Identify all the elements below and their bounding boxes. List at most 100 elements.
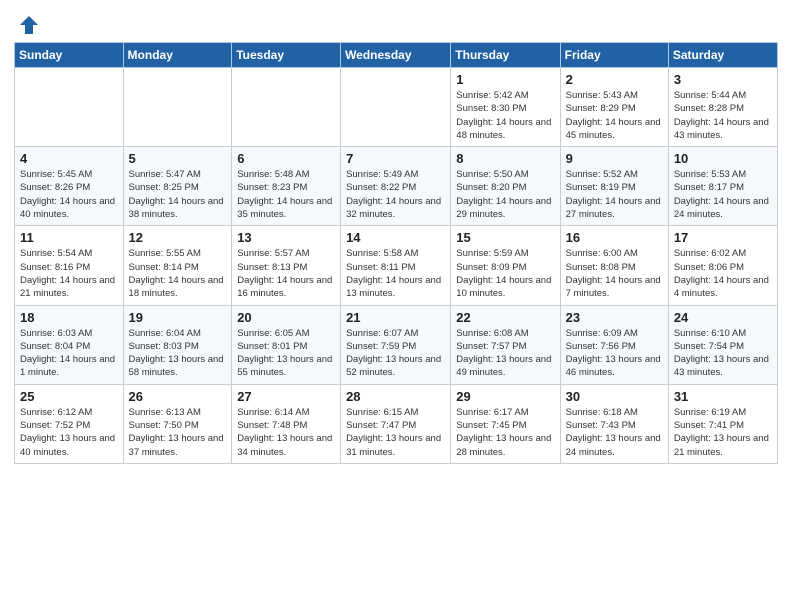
day-number: 16 [566, 230, 663, 245]
calendar-cell: 18Sunrise: 6:03 AM Sunset: 8:04 PM Dayli… [15, 305, 124, 384]
calendar-cell [123, 68, 232, 147]
day-number: 6 [237, 151, 335, 166]
day-number: 24 [674, 310, 772, 325]
day-number: 26 [129, 389, 227, 404]
calendar-cell: 21Sunrise: 6:07 AM Sunset: 7:59 PM Dayli… [341, 305, 451, 384]
day-info: Sunrise: 6:14 AM Sunset: 7:48 PM Dayligh… [237, 406, 335, 459]
calendar-week-2: 11Sunrise: 5:54 AM Sunset: 8:16 PM Dayli… [15, 226, 778, 305]
day-info: Sunrise: 6:08 AM Sunset: 7:57 PM Dayligh… [456, 327, 554, 380]
calendar-cell: 28 Sunrise: 6:15 AM Sunset: 7:47 PM Dayli… [341, 384, 451, 463]
day-number: 25 [20, 389, 118, 404]
calendar-cell: 22 Sunrise: 6:08 AM Sunset: 7:57 PM Dayli… [451, 305, 560, 384]
day-number: 22 [456, 310, 554, 325]
weekday-monday: Monday [123, 43, 232, 68]
calendar-cell: 30Sunrise: 6:18 AM Sunset: 7:43 PM Dayli… [560, 384, 668, 463]
day-number: 28 [346, 389, 445, 404]
day-number: 3 [674, 72, 772, 87]
weekday-sunday: Sunday [15, 43, 124, 68]
day-info: Sunrise: 5:59 AM Sunset: 8:09 PM Dayligh… [456, 247, 554, 300]
day-info: Sunrise: 6:17 AM Sunset: 7:45 PM Dayligh… [456, 406, 554, 459]
calendar-cell: 15 Sunrise: 5:59 AM Sunset: 8:09 PM Dayli… [451, 226, 560, 305]
weekday-thursday: Thursday [451, 43, 560, 68]
day-number: 1 [456, 72, 554, 87]
day-number: 13 [237, 230, 335, 245]
day-info: Sunrise: 5:45 AM Sunset: 8:26 PM Dayligh… [20, 168, 118, 221]
day-info: Sunrise: 6:07 AM Sunset: 7:59 PM Dayligh… [346, 327, 445, 380]
day-info: Sunrise: 5:54 AM Sunset: 8:16 PM Dayligh… [20, 247, 118, 300]
logo-general [16, 14, 40, 36]
day-info: Sunrise: 5:53 AM Sunset: 8:17 PM Dayligh… [674, 168, 772, 221]
day-info: Sunrise: 5:42 AM Sunset: 8:30 PM Dayligh… [456, 89, 554, 142]
calendar-cell: 24 Sunrise: 6:10 AM Sunset: 7:54 PM Dayli… [668, 305, 777, 384]
day-number: 27 [237, 389, 335, 404]
calendar-cell: 17 Sunrise: 6:02 AM Sunset: 8:06 PM Dayli… [668, 226, 777, 305]
calendar-cell: 19Sunrise: 6:04 AM Sunset: 8:03 PM Dayli… [123, 305, 232, 384]
day-number: 29 [456, 389, 554, 404]
day-info: Sunrise: 6:10 AM Sunset: 7:54 PM Dayligh… [674, 327, 772, 380]
day-info: Sunrise: 5:43 AM Sunset: 8:29 PM Dayligh… [566, 89, 663, 142]
day-number: 15 [456, 230, 554, 245]
calendar-cell [341, 68, 451, 147]
day-number: 17 [674, 230, 772, 245]
day-number: 18 [20, 310, 118, 325]
calendar-week-3: 18Sunrise: 6:03 AM Sunset: 8:04 PM Dayli… [15, 305, 778, 384]
calendar-week-0: 1 Sunrise: 5:42 AM Sunset: 8:30 PM Daylig… [15, 68, 778, 147]
calendar-cell: 7 Sunrise: 5:49 AM Sunset: 8:22 PM Daylig… [341, 147, 451, 226]
calendar-cell: 31Sunrise: 6:19 AM Sunset: 7:41 PM Dayli… [668, 384, 777, 463]
weekday-row: Sunday Monday Tuesday Wednesday Thursday… [15, 43, 778, 68]
calendar-cell: 16 Sunrise: 6:00 AM Sunset: 8:08 PM Dayli… [560, 226, 668, 305]
day-number: 20 [237, 310, 335, 325]
day-info: Sunrise: 6:04 AM Sunset: 8:03 PM Dayligh… [129, 327, 227, 380]
day-number: 5 [129, 151, 227, 166]
calendar-body: 1 Sunrise: 5:42 AM Sunset: 8:30 PM Daylig… [15, 68, 778, 464]
page: Sunday Monday Tuesday Wednesday Thursday… [0, 0, 792, 612]
day-info: Sunrise: 6:05 AM Sunset: 8:01 PM Dayligh… [237, 327, 335, 380]
day-info: Sunrise: 5:49 AM Sunset: 8:22 PM Dayligh… [346, 168, 445, 221]
day-info: Sunrise: 5:57 AM Sunset: 8:13 PM Dayligh… [237, 247, 335, 300]
day-number: 30 [566, 389, 663, 404]
day-info: Sunrise: 6:13 AM Sunset: 7:50 PM Dayligh… [129, 406, 227, 459]
calendar-cell: 23Sunrise: 6:09 AM Sunset: 7:56 PM Dayli… [560, 305, 668, 384]
day-info: Sunrise: 5:50 AM Sunset: 8:20 PM Dayligh… [456, 168, 554, 221]
day-info: Sunrise: 6:02 AM Sunset: 8:06 PM Dayligh… [674, 247, 772, 300]
calendar-cell: 6 Sunrise: 5:48 AM Sunset: 8:23 PM Daylig… [232, 147, 341, 226]
calendar-cell: 5 Sunrise: 5:47 AM Sunset: 8:25 PM Daylig… [123, 147, 232, 226]
day-number: 14 [346, 230, 445, 245]
calendar-container: Sunday Monday Tuesday Wednesday Thursday… [0, 42, 792, 464]
day-info: Sunrise: 5:55 AM Sunset: 8:14 PM Dayligh… [129, 247, 227, 300]
calendar-table: Sunday Monday Tuesday Wednesday Thursday… [14, 42, 778, 464]
weekday-saturday: Saturday [668, 43, 777, 68]
day-info: Sunrise: 5:47 AM Sunset: 8:25 PM Dayligh… [129, 168, 227, 221]
calendar-week-1: 4Sunrise: 5:45 AM Sunset: 8:26 PM Daylig… [15, 147, 778, 226]
calendar-cell: 4Sunrise: 5:45 AM Sunset: 8:26 PM Daylig… [15, 147, 124, 226]
day-number: 23 [566, 310, 663, 325]
calendar-cell: 25Sunrise: 6:12 AM Sunset: 7:52 PM Dayli… [15, 384, 124, 463]
day-number: 31 [674, 389, 772, 404]
calendar-cell: 9Sunrise: 5:52 AM Sunset: 8:19 PM Daylig… [560, 147, 668, 226]
day-number: 12 [129, 230, 227, 245]
calendar-cell: 3Sunrise: 5:44 AM Sunset: 8:28 PM Daylig… [668, 68, 777, 147]
day-info: Sunrise: 5:58 AM Sunset: 8:11 PM Dayligh… [346, 247, 445, 300]
calendar-cell: 13 Sunrise: 5:57 AM Sunset: 8:13 PM Dayli… [232, 226, 341, 305]
calendar-cell: 14 Sunrise: 5:58 AM Sunset: 8:11 PM Dayli… [341, 226, 451, 305]
weekday-wednesday: Wednesday [341, 43, 451, 68]
calendar-cell [232, 68, 341, 147]
logo-area [16, 14, 40, 36]
day-number: 8 [456, 151, 554, 166]
day-info: Sunrise: 5:48 AM Sunset: 8:23 PM Dayligh… [237, 168, 335, 221]
calendar-cell: 10 Sunrise: 5:53 AM Sunset: 8:17 PM Dayli… [668, 147, 777, 226]
day-info: Sunrise: 5:52 AM Sunset: 8:19 PM Dayligh… [566, 168, 663, 221]
day-number: 2 [566, 72, 663, 87]
calendar-cell: 2 Sunrise: 5:43 AM Sunset: 8:29 PM Daylig… [560, 68, 668, 147]
day-info: Sunrise: 6:15 AM Sunset: 7:47 PM Dayligh… [346, 406, 445, 459]
weekday-tuesday: Tuesday [232, 43, 341, 68]
calendar-cell: 1 Sunrise: 5:42 AM Sunset: 8:30 PM Daylig… [451, 68, 560, 147]
day-number: 10 [674, 151, 772, 166]
day-info: Sunrise: 6:00 AM Sunset: 8:08 PM Dayligh… [566, 247, 663, 300]
day-number: 7 [346, 151, 445, 166]
calendar-cell [15, 68, 124, 147]
header [0, 0, 792, 42]
calendar-cell: 11Sunrise: 5:54 AM Sunset: 8:16 PM Dayli… [15, 226, 124, 305]
calendar-cell: 27 Sunrise: 6:14 AM Sunset: 7:48 PM Dayli… [232, 384, 341, 463]
calendar-cell: 8 Sunrise: 5:50 AM Sunset: 8:20 PM Daylig… [451, 147, 560, 226]
